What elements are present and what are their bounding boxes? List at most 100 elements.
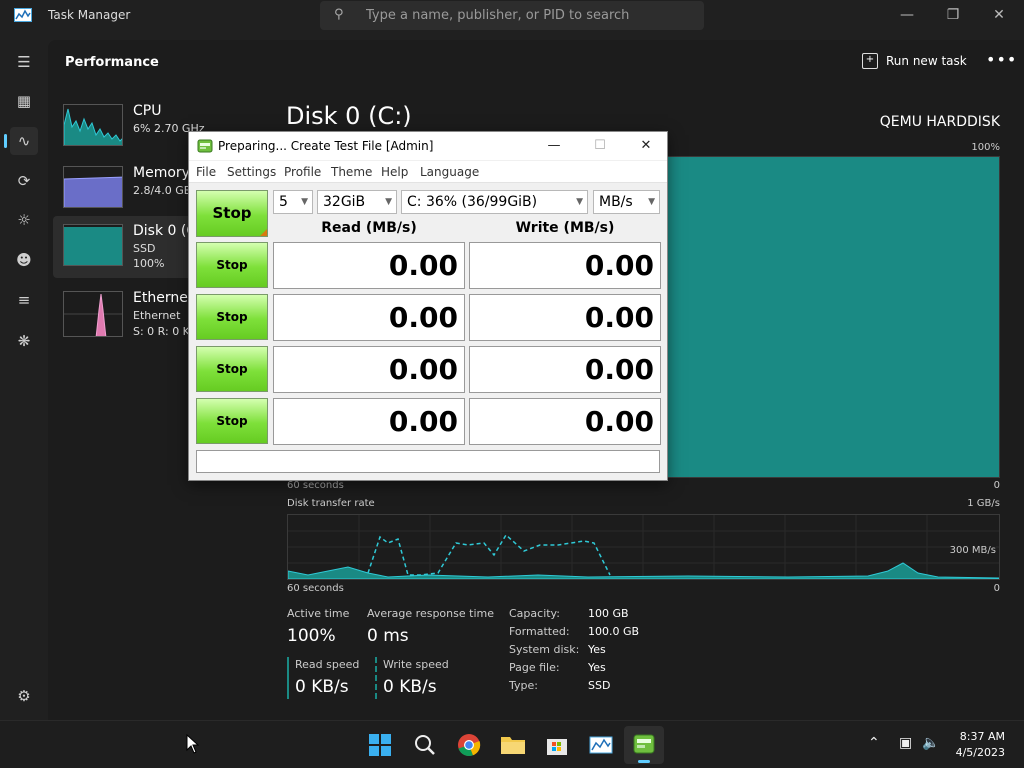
type-value: SSD [588, 679, 611, 692]
stop-test-2-button[interactable]: Stop [196, 294, 268, 340]
resource-name: Memory [133, 165, 190, 181]
clock-time[interactable]: 8:37 AM [960, 730, 1005, 743]
write-column-header: Write (MB/s) [515, 220, 615, 236]
stop-all-button[interactable]: Stop [196, 190, 268, 237]
menu-help[interactable]: Help [381, 165, 408, 179]
title-bar: Task Manager ⚲ — ❐ ✕ [0, 0, 1024, 32]
performance-icon[interactable]: ∿ [4, 127, 38, 155]
read-speed-indicator [287, 657, 289, 699]
chevron-up-icon[interactable]: ⌃ [868, 735, 880, 751]
transfer-rate-axis-max: 1 GB/s [967, 498, 1000, 509]
disk-benchmark-icon [197, 139, 213, 153]
services-icon[interactable]: ❋ [10, 327, 38, 355]
transfer-rate-axis-label: 60 seconds [287, 583, 344, 594]
write-result-3: 0.00 [469, 346, 661, 393]
start-button[interactable] [360, 726, 400, 764]
dialog-maximize-button[interactable]: ☐ [577, 132, 623, 160]
test-size-select[interactable]: 32GiB ▼ [317, 190, 397, 214]
search-box[interactable]: ⚲ [320, 1, 704, 30]
file-explorer-button[interactable] [493, 726, 533, 764]
resource-detail: 2.8/4.0 GB [133, 184, 192, 197]
stop-test-3-button[interactable]: Stop [196, 346, 268, 392]
chevron-down-icon: ▼ [385, 197, 392, 207]
stop-test-4-button[interactable]: Stop [196, 398, 268, 444]
read-result-3: 0.00 [273, 346, 465, 393]
write-speed-value: 0 KB/s [383, 677, 437, 697]
cpu-thumbnail-graph [63, 104, 123, 146]
dialog-close-button[interactable]: ✕ [623, 132, 669, 160]
resource-name: CPU [133, 103, 162, 119]
ethernet-sparkline [64, 293, 122, 336]
volume-icon[interactable]: 🔈 [922, 735, 939, 751]
disk-sparkline [64, 227, 122, 265]
resource-usage: S: 0 R: 0 K [133, 325, 190, 338]
test-count-value: 5 [279, 194, 288, 210]
dialog-menu-bar: File Settings Profile Theme Help Languag… [189, 161, 667, 183]
benchmark-taskbar-button[interactable] [624, 726, 664, 764]
users-icon[interactable]: ☻ [10, 246, 38, 274]
system-disk-value: Yes [588, 643, 606, 656]
page-title: Performance [65, 55, 159, 70]
chevron-down-icon: ▼ [576, 197, 583, 207]
close-button[interactable]: ✕ [976, 0, 1022, 30]
write-result-2: 0.00 [469, 294, 661, 341]
processes-icon[interactable]: ▦ [10, 87, 38, 115]
hamburger-icon[interactable]: ☰ [10, 48, 38, 76]
menu-language[interactable]: Language [420, 165, 479, 179]
formatted-value: 100.0 GB [588, 625, 640, 638]
test-count-select[interactable]: 5 ▼ [273, 190, 313, 214]
search-input[interactable] [366, 6, 686, 24]
details-icon[interactable]: ≡ [10, 286, 38, 314]
restore-button[interactable]: ❐ [930, 0, 976, 30]
drive-select[interactable]: C: 36% (36/99GiB) ▼ [401, 190, 588, 214]
chevron-down-icon: ▼ [301, 197, 308, 207]
chrome-button[interactable] [449, 726, 489, 764]
clock-date[interactable]: 4/5/2023 [956, 746, 1005, 759]
mouse-cursor-icon [186, 734, 200, 754]
menu-profile[interactable]: Profile [284, 165, 321, 179]
type-label: Type: [509, 679, 538, 692]
transfer-rate-label: Disk transfer rate [287, 498, 375, 509]
gear-icon[interactable]: ⚙ [10, 682, 38, 710]
disk-model: QEMU HARDDISK [879, 114, 1000, 130]
cpu-sparkline [64, 108, 122, 145]
avg-response-label: Average response time [367, 607, 494, 620]
minimize-button[interactable]: — [884, 0, 930, 30]
run-new-task-label: Run new task [886, 54, 967, 68]
read-result-1: 0.00 [273, 242, 465, 289]
dialog-title: Preparing... Create Test File [Admin] [218, 139, 434, 153]
network-icon[interactable]: ▣ [899, 735, 912, 751]
memory-thumbnail-graph [63, 166, 123, 208]
active-time-axis-max: 100% [971, 142, 1000, 153]
app-history-icon[interactable]: ⟳ [10, 167, 38, 195]
store-button[interactable] [537, 726, 577, 764]
disk-benchmark-icon [633, 734, 655, 754]
test-size-value: 32GiB [323, 194, 366, 210]
window-title: Task Manager [48, 8, 131, 22]
task-manager-taskbar-button[interactable] [581, 726, 621, 764]
page-file-label: Page file: [509, 661, 560, 674]
dialog-title-bar: Preparing... Create Test File [Admin] — … [189, 132, 667, 160]
menu-settings[interactable]: Settings [227, 165, 276, 179]
write-speed-label: Write speed [383, 658, 449, 671]
taskbar: ⌃ ▣ 🔈 8:37 AM 4/5/2023 [0, 720, 1024, 768]
active-time-axis-label: 60 seconds [287, 480, 344, 491]
menu-file[interactable]: File [196, 165, 216, 179]
benchmark-dialog: Preparing... Create Test File [Admin] — … [188, 131, 668, 481]
stop-test-1-button[interactable]: Stop [196, 242, 268, 288]
taskbar-search-button[interactable] [405, 726, 445, 764]
transfer-rate-axis-min: 0 [993, 583, 1000, 594]
more-options-icon[interactable]: ••• [986, 50, 1017, 69]
startup-apps-icon[interactable]: ☼ [10, 206, 38, 234]
run-new-task-button[interactable]: + Run new task [862, 53, 967, 69]
dialog-comment-field[interactable] [196, 450, 660, 473]
read-speed-value: 0 KB/s [295, 677, 349, 697]
write-result-1: 0.00 [469, 242, 661, 289]
write-result-4: 0.00 [469, 398, 661, 445]
menu-theme[interactable]: Theme [331, 165, 372, 179]
read-result-4: 0.00 [273, 398, 465, 445]
transfer-rate-mid-label: 300 MB/s [949, 545, 996, 556]
disk-thumbnail-graph [63, 224, 123, 266]
unit-select[interactable]: MB/s ▼ [593, 190, 660, 214]
dialog-minimize-button[interactable]: — [531, 132, 577, 160]
